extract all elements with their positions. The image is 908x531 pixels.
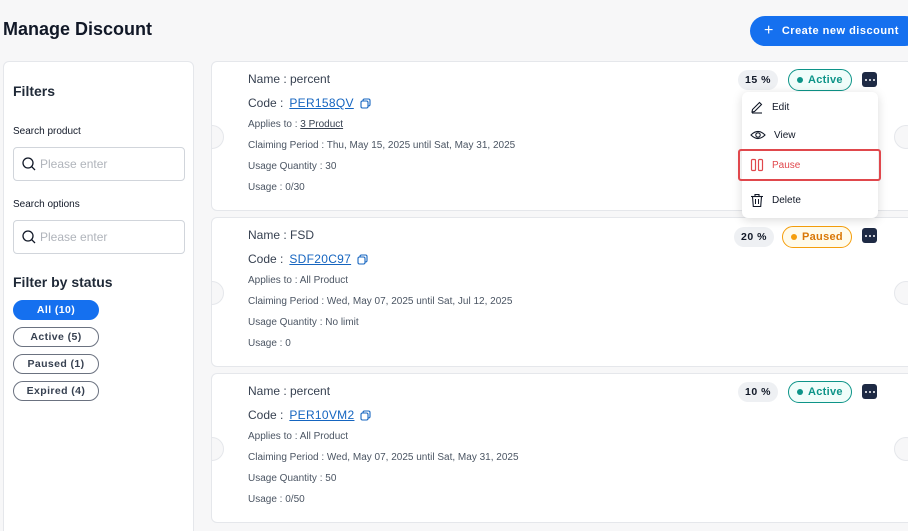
- applies-to: Applies to : All Product: [248, 431, 349, 442]
- pause-icon: [750, 158, 764, 172]
- applies-to: Applies to : All Product: [248, 275, 349, 286]
- applies-to-product-link[interactable]: 3 Product: [300, 119, 343, 130]
- status-dot: [791, 234, 797, 240]
- claiming-period: Claiming Period : Wed, May 07, 2025 unti…: [248, 452, 519, 463]
- search-icon: [22, 230, 36, 244]
- discount-code-row: Code : PER10VM2: [248, 408, 372, 422]
- discount-card: Name : percent Code : PER10VM2 Applies t…: [211, 373, 908, 523]
- status-dot: [797, 389, 803, 395]
- actions-menu: Edit View Pause Delete: [738, 92, 881, 218]
- applies-to: Applies to : 3 Product: [248, 119, 343, 130]
- filters-title: Filters: [13, 83, 56, 99]
- search-options-input[interactable]: [40, 230, 180, 244]
- more-options-button[interactable]: [862, 72, 877, 87]
- discount-code-link[interactable]: SDF20C97: [289, 252, 351, 266]
- menu-item-label: View: [774, 129, 796, 141]
- search-icon: [22, 157, 36, 171]
- plus-icon: +: [764, 22, 774, 39]
- ticket-notch: [212, 281, 224, 305]
- ticket-notch: [894, 125, 908, 149]
- more-options-button[interactable]: [862, 384, 877, 399]
- discount-code-link[interactable]: PER10VM2: [289, 408, 354, 422]
- status-filter-paused[interactable]: Paused (1): [13, 354, 99, 374]
- discount-code-row: Code : PER158QV: [248, 96, 371, 110]
- menu-item-label: Edit: [772, 101, 790, 113]
- menu-item-view[interactable]: View: [742, 120, 878, 150]
- code-label: Code :: [248, 408, 284, 422]
- copy-icon[interactable]: [360, 409, 372, 421]
- trash-icon: [751, 193, 763, 207]
- status-filter-expired[interactable]: Expired (4): [13, 381, 99, 401]
- filters-panel: Filters Search product Search options Fi…: [3, 61, 194, 531]
- discount-code-row: Code : SDF20C97: [248, 252, 368, 266]
- ticket-notch: [894, 437, 908, 461]
- create-discount-button[interactable]: + Create new discount: [750, 16, 908, 46]
- status-filter-active[interactable]: Active (5): [13, 327, 99, 347]
- usage: Usage : 0/50: [248, 494, 305, 505]
- copy-icon[interactable]: [360, 97, 371, 109]
- status-dot: [797, 77, 803, 83]
- claiming-period: Claiming Period : Wed, May 07, 2025 unti…: [248, 296, 513, 307]
- menu-item-delete[interactable]: Delete: [742, 185, 878, 215]
- more-options-button[interactable]: [862, 228, 877, 243]
- eye-icon: [750, 130, 766, 140]
- menu-item-edit[interactable]: Edit: [742, 92, 878, 122]
- menu-item-label: Pause: [772, 159, 801, 171]
- menu-item-pause[interactable]: Pause: [738, 149, 881, 181]
- usage-quantity: Usage Quantity : No limit: [248, 317, 359, 328]
- applies-to-label: Applies to :: [248, 119, 301, 130]
- discount-card: Name : FSD Code : SDF20C97 Applies to : …: [211, 217, 908, 367]
- status-badge: Paused: [782, 226, 852, 248]
- percent-badge: 10 %: [738, 382, 778, 402]
- percent-badge: 15 %: [738, 70, 778, 90]
- ticket-notch: [894, 281, 908, 305]
- edit-icon: [751, 101, 763, 114]
- discount-code-link[interactable]: PER158QV: [289, 96, 353, 110]
- status-badge: Active: [788, 69, 852, 91]
- discount-name: Name : percent: [248, 72, 331, 86]
- search-options-field[interactable]: [13, 220, 185, 254]
- search-options-label: Search options: [13, 199, 80, 210]
- search-product-label: Search product: [13, 126, 81, 137]
- percent-badge: 20 %: [734, 227, 774, 247]
- menu-item-label: Delete: [772, 194, 801, 206]
- code-label: Code :: [248, 252, 284, 266]
- status-label: Active: [808, 74, 843, 86]
- status-filter-all[interactable]: All (10): [13, 300, 99, 320]
- search-product-input[interactable]: [40, 157, 180, 171]
- usage: Usage : 0/30: [248, 182, 305, 193]
- usage-quantity: Usage Quantity : 30: [248, 161, 337, 172]
- code-label: Code :: [248, 96, 284, 110]
- discount-name: Name : percent: [248, 384, 331, 398]
- discount-name: Name : FSD: [248, 228, 315, 242]
- usage: Usage : 0: [248, 338, 291, 349]
- status-label: Active: [808, 386, 843, 398]
- create-discount-label: Create new discount: [781, 25, 899, 37]
- page-title: Manage Discount: [3, 19, 153, 39]
- status-label: Paused: [802, 231, 843, 243]
- filter-by-status-title: Filter by status: [13, 274, 113, 290]
- usage-quantity: Usage Quantity : 50: [248, 473, 337, 484]
- copy-icon[interactable]: [357, 253, 368, 265]
- ticket-notch: [212, 125, 224, 149]
- claiming-period: Claiming Period : Thu, May 15, 2025 unti…: [248, 140, 516, 151]
- ticket-notch: [212, 437, 224, 461]
- status-badge: Active: [788, 381, 852, 403]
- search-product-field[interactable]: [13, 147, 185, 181]
